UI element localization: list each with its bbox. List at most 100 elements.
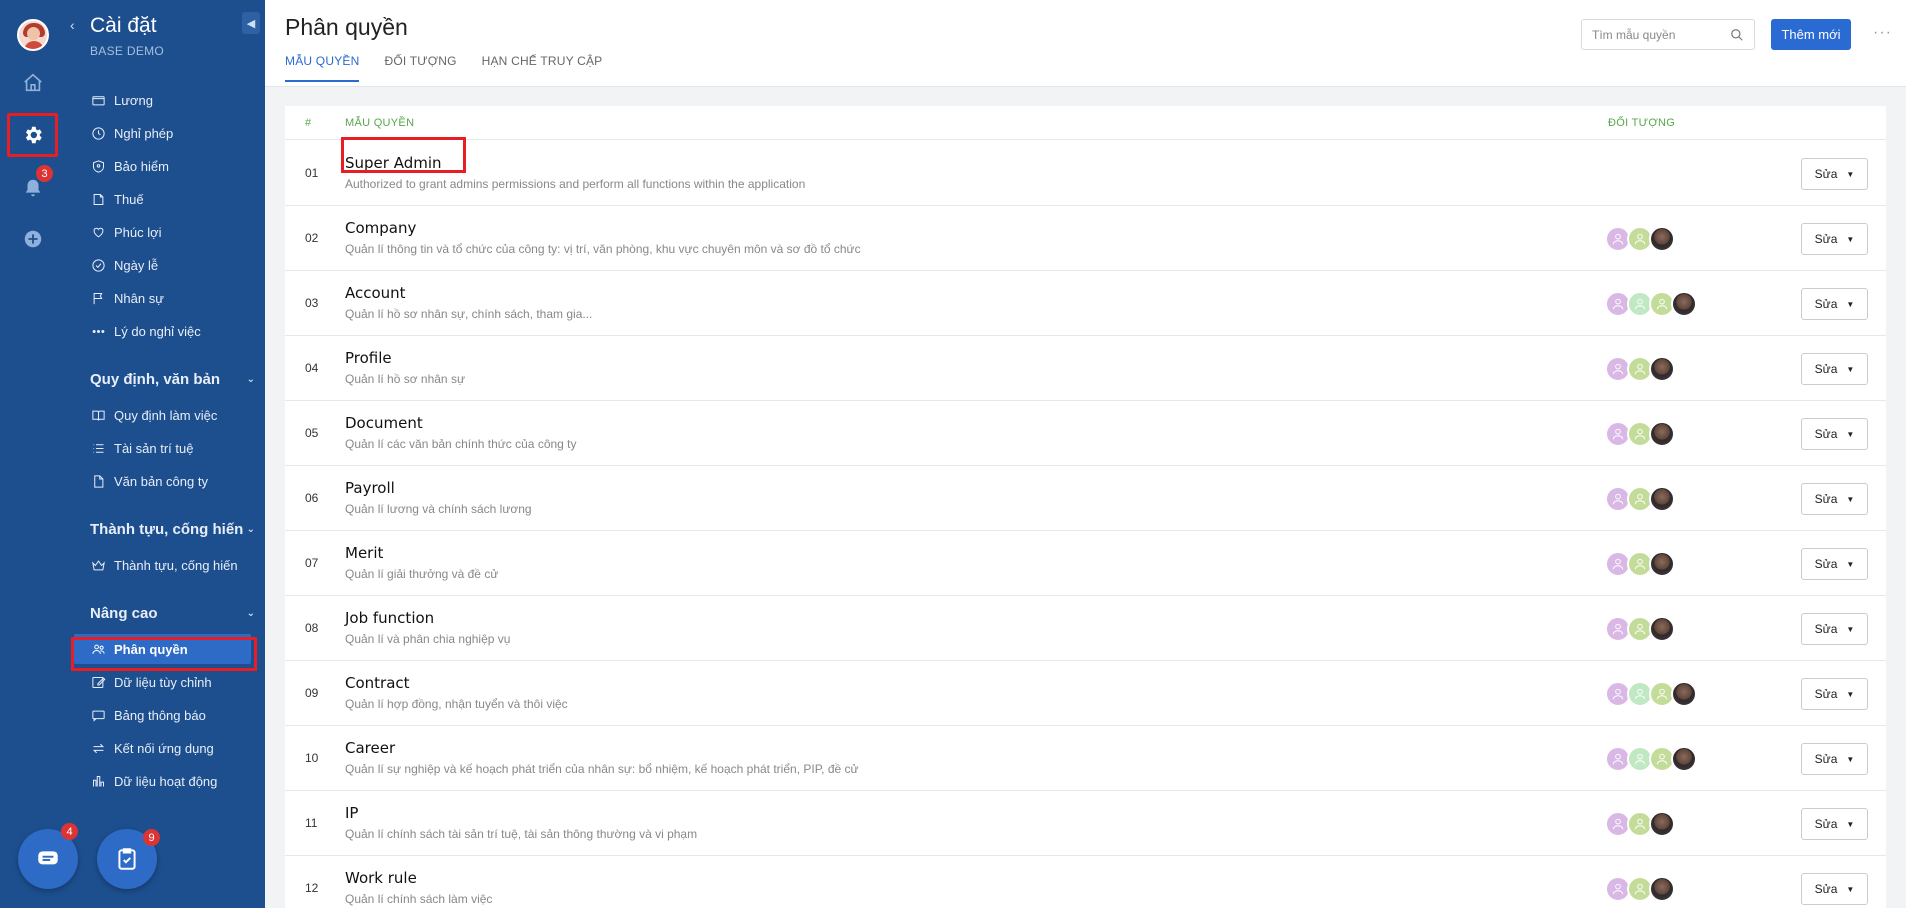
edit-dropdown-button[interactable]: Sửa ▼ — [1801, 483, 1868, 515]
sidebar-item-edit[interactable]: Dữ liệu tùy chỉnh — [90, 670, 255, 694]
home-icon[interactable] — [17, 67, 49, 99]
template-name[interactable]: Career — [345, 739, 395, 757]
template-description: Quản lí giải thưởng và đề cử — [345, 567, 499, 581]
edit-dropdown-button[interactable]: Sửa ▼ — [1801, 418, 1868, 450]
search-icon[interactable] — [1730, 28, 1744, 42]
sidebar-item-heart-hand[interactable]: Phúc lợi — [90, 220, 255, 244]
target-avatars[interactable] — [1605, 616, 1675, 642]
table-row[interactable]: 05 Document Quản lí các văn bản chính thức… — [285, 401, 1886, 466]
avatar — [1649, 421, 1675, 447]
template-name[interactable]: IP — [345, 804, 358, 822]
back-chevron-icon[interactable]: ‹ — [70, 17, 75, 33]
add-new-button[interactable]: Thêm mới — [1771, 19, 1851, 50]
sidebar-item-dots[interactable]: Lý do nghỉ việc — [90, 319, 255, 343]
table-row[interactable]: 04 Profile Quản lí hồ sơ nhân sự Sửa ▼ — [285, 336, 1886, 401]
template-name[interactable]: Account — [345, 284, 406, 302]
template-name[interactable]: Profile — [345, 349, 392, 367]
target-avatars[interactable] — [1605, 681, 1697, 707]
table-row[interactable]: 11 IP Quản lí chính sách tài sản trí tuệ, … — [285, 791, 1886, 856]
edit-dropdown-button[interactable]: Sửa ▼ — [1801, 613, 1868, 645]
edit-dropdown-button[interactable]: Sửa ▼ — [1801, 353, 1868, 385]
table-row[interactable]: 01 Super Admin Authorized to grant admins … — [285, 141, 1886, 206]
tab-access-restriction[interactable]: HẠN CHẾ TRUY CẬP — [482, 54, 603, 82]
sidebar-section-header[interactable]: Nâng cao ⌄ — [90, 602, 255, 624]
target-avatars[interactable] — [1605, 551, 1675, 577]
sidebar-item-bar-chart[interactable]: Dữ liệu hoạt động — [90, 769, 255, 793]
table-row[interactable]: 09 Contract Quản lí hợp đồng, nhận tuyển v… — [285, 661, 1886, 726]
template-description: Quản lí sự nghiệp và kế hoạch phát triển… — [345, 762, 859, 776]
table-row[interactable]: 02 Company Quản lí thông tin và tổ chức củ… — [285, 206, 1886, 271]
edit-dropdown-button[interactable]: Sửa ▼ — [1801, 288, 1868, 320]
template-name[interactable]: Payroll — [345, 479, 395, 497]
row-index: 10 — [305, 751, 319, 765]
edit-label: Sửa — [1814, 492, 1838, 506]
sidebar-item-crown[interactable]: Thành tựu, cống hiến — [90, 553, 255, 577]
template-description: Quản lí chính sách làm việc — [345, 892, 493, 906]
column-template: MẪU QUYỀN — [345, 117, 415, 129]
table-row[interactable]: 12 Work rule Quản lí chính sách làm việc Sử… — [285, 856, 1886, 908]
target-avatars[interactable] — [1605, 421, 1675, 447]
tab-targets[interactable]: ĐỐI TƯỢNG — [384, 54, 456, 82]
template-name[interactable]: Company — [345, 219, 416, 237]
sidebar-item-swap[interactable]: Kết nối ứng dụng — [90, 736, 255, 760]
avatar — [1671, 681, 1697, 707]
flag-icon — [90, 290, 106, 306]
edit-dropdown-button[interactable]: Sửa ▼ — [1801, 223, 1868, 255]
edit-dropdown-button[interactable]: Sửa ▼ — [1801, 158, 1868, 190]
sidebar-item-book[interactable]: Quy định làm việc — [90, 403, 255, 427]
sidebar-section-header[interactable]: Thành tựu, cống hiến ⌄ — [90, 518, 255, 540]
target-avatars[interactable] — [1605, 356, 1675, 382]
table-row[interactable]: 08 Job function Quản lí và phân chia nghiệ… — [285, 596, 1886, 661]
sidebar-item-list[interactable]: Tài sản trí tuệ — [90, 436, 255, 460]
list-icon — [90, 440, 106, 456]
sidebar-section-header[interactable]: Quy định, văn bản ⌄ — [90, 368, 255, 390]
add-circle-icon[interactable] — [17, 223, 49, 255]
user-avatar[interactable] — [17, 19, 49, 51]
template-name[interactable]: Contract — [345, 674, 410, 692]
collapse-sidebar-icon[interactable]: ◀ — [242, 12, 260, 34]
template-name[interactable]: Document — [345, 414, 423, 432]
sidebar-item-shield[interactable]: Bảo hiểm — [90, 154, 255, 178]
table-row[interactable]: 06 Payroll Quản lí lương và chính sách lươ… — [285, 466, 1886, 531]
sidebar-item-label: Lương — [114, 92, 153, 108]
edit-label: Sửa — [1814, 882, 1838, 896]
caret-down-icon: ▼ — [1846, 754, 1855, 764]
target-avatars[interactable] — [1605, 811, 1675, 837]
sidebar-item-flag[interactable]: Nhân sự — [90, 286, 255, 310]
template-name[interactable]: Work rule — [345, 869, 417, 887]
row-index: 04 — [305, 361, 319, 375]
table-row[interactable]: 07 Merit Quản lí giải thưởng và đề cử Sửa ▼ — [285, 531, 1886, 596]
caret-down-icon: ▼ — [1846, 689, 1855, 699]
more-options-icon[interactable]: ··· — [1873, 24, 1892, 42]
edit-label: Sửa — [1814, 622, 1838, 636]
edit-dropdown-button[interactable]: Sửa ▼ — [1801, 808, 1868, 840]
sidebar-item-wallet[interactable]: Lương — [90, 88, 255, 112]
notification-badge: 3 — [36, 165, 53, 182]
tab-templates[interactable]: MẪU QUYỀN — [285, 54, 360, 82]
target-avatars[interactable] — [1605, 226, 1675, 252]
sidebar-item-clock[interactable]: Nghỉ phép — [90, 121, 255, 145]
edit-dropdown-button[interactable]: Sửa ▼ — [1801, 873, 1868, 905]
edit-dropdown-button[interactable]: Sửa ▼ — [1801, 743, 1868, 775]
sidebar-item-label: Kết nối ứng dụng — [114, 740, 214, 756]
template-name[interactable]: Merit — [345, 544, 383, 562]
target-avatars[interactable] — [1605, 291, 1697, 317]
target-avatars[interactable] — [1605, 876, 1675, 902]
edit-dropdown-button[interactable]: Sửa ▼ — [1801, 548, 1868, 580]
target-avatars[interactable] — [1605, 746, 1697, 772]
sidebar-item-label: Thuế — [114, 191, 144, 207]
template-name[interactable]: Job function — [345, 609, 434, 627]
search-input[interactable] — [1592, 27, 1722, 42]
sidebar-item-check-circle[interactable]: Ngày lễ — [90, 253, 255, 277]
table-row[interactable]: 03 Account Quản lí hồ sơ nhân sự, chính sá… — [285, 271, 1886, 336]
row-index: 02 — [305, 231, 319, 245]
edit-dropdown-button[interactable]: Sửa ▼ — [1801, 678, 1868, 710]
target-avatars[interactable] — [1605, 486, 1675, 512]
sidebar-item-document[interactable]: Thuế — [90, 187, 255, 211]
page-header: Phân quyền MẪU QUYỀN ĐỐI TƯỢNG HẠN CHẾ T… — [265, 0, 1906, 87]
avatar — [1649, 486, 1675, 512]
sidebar-item-message[interactable]: Bảng thông báo — [90, 703, 255, 727]
table-row[interactable]: 10 Career Quản lí sự nghiệp và kế hoạch ph… — [285, 726, 1886, 791]
section-title: Quy định, văn bản — [90, 370, 221, 388]
sidebar-item-file[interactable]: Văn bản công ty — [90, 469, 255, 493]
